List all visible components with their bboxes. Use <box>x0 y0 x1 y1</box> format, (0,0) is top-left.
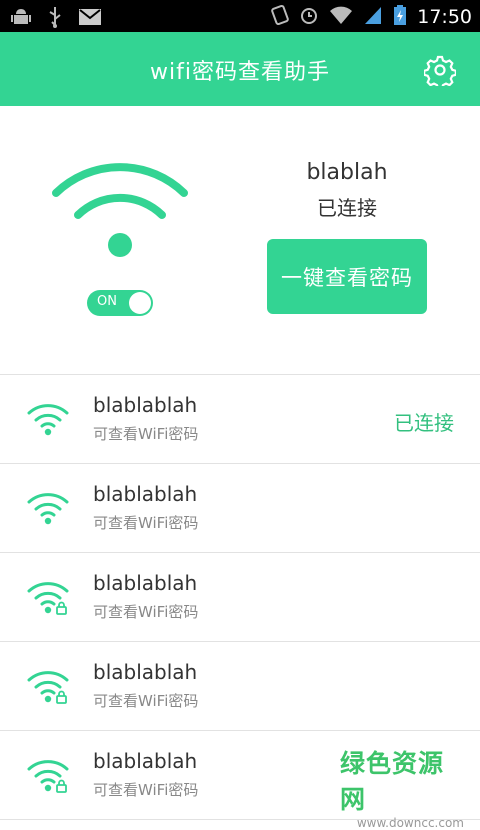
usb-icon <box>46 6 64 32</box>
cell-signal-icon <box>363 5 383 29</box>
battery-charging-icon <box>393 4 407 30</box>
network-subtitle: 可查看WiFi密码 <box>93 603 199 621</box>
wifi-toggle[interactable]: ON <box>87 290 153 316</box>
settings-button[interactable] <box>423 54 457 90</box>
gear-icon <box>423 55 457 90</box>
network-status: 已连接 <box>394 411 454 435</box>
wifi-lock-icon <box>27 671 69 704</box>
network-subtitle: 可查看WiFi密码 <box>93 781 199 799</box>
clock: 17:50 <box>417 6 472 28</box>
wifi-icon <box>27 493 69 525</box>
network-name: blablablah <box>93 393 198 417</box>
network-name: blablablah <box>93 571 198 595</box>
toggle-knob <box>129 292 151 314</box>
gmail-icon <box>78 8 102 30</box>
network-subtitle: 可查看WiFi密码 <box>93 514 199 532</box>
wifi-signal-icon <box>329 5 353 29</box>
toggle-label: ON <box>97 294 117 309</box>
network-subtitle: 可查看WiFi密码 <box>93 692 199 710</box>
rotate-icon <box>271 4 290 30</box>
network-row[interactable]: blablablah 可查看WiFi密码 已连接 <box>0 375 480 464</box>
network-row[interactable]: blablablah 可查看WiFi密码 <box>0 464 480 553</box>
watermark: 绿色资源网 www.downcc.com <box>340 744 464 830</box>
alarm-icon <box>299 5 319 29</box>
network-row[interactable]: blablablah 可查看WiFi密码 <box>0 553 480 642</box>
android-debug-icon <box>10 6 32 32</box>
wifi-large-icon <box>52 163 188 257</box>
view-password-button[interactable]: 一键查看密码 <box>267 239 427 314</box>
network-name: blablablah <box>93 660 198 684</box>
wifi-lock-icon <box>27 760 69 793</box>
watermark-url: www.downcc.com <box>356 816 464 830</box>
status-bar: 17:50 <box>0 0 480 32</box>
current-network-panel: ON blablah 已连接 一键查看密码 <box>0 106 480 374</box>
network-name: blablablah <box>93 749 198 773</box>
current-network-status: 已连接 <box>317 196 377 220</box>
current-network-name: blablah <box>306 160 388 185</box>
app-title: wifi密码查看助手 <box>150 60 330 85</box>
network-row[interactable]: blablablah 可查看WiFi密码 <box>0 642 480 731</box>
app-bar: wifi密码查看助手 <box>0 32 480 106</box>
watermark-title: 绿色资源网 <box>340 749 445 814</box>
network-name: blablablah <box>93 482 198 506</box>
wifi-icon <box>27 404 69 436</box>
network-subtitle: 可查看WiFi密码 <box>93 425 199 443</box>
wifi-lock-icon <box>27 582 69 615</box>
